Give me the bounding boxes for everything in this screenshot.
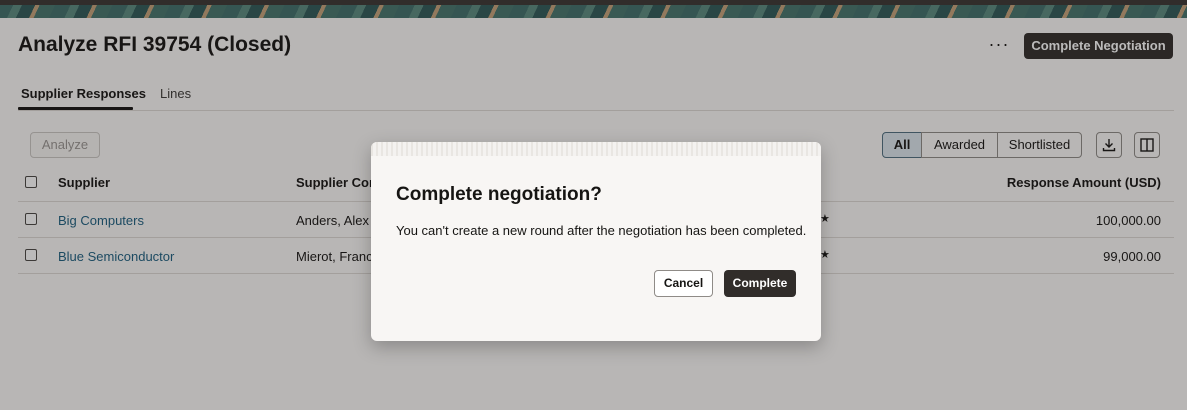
cancel-button[interactable]: Cancel [654, 270, 713, 297]
dialog-message: You can't create a new round after the n… [396, 223, 807, 238]
dialog-header-pattern [371, 142, 821, 156]
complete-button[interactable]: Complete [724, 270, 796, 297]
dialog-title: Complete negotiation? [396, 184, 602, 205]
complete-negotiation-dialog: Complete negotiation? You can't create a… [371, 142, 821, 341]
